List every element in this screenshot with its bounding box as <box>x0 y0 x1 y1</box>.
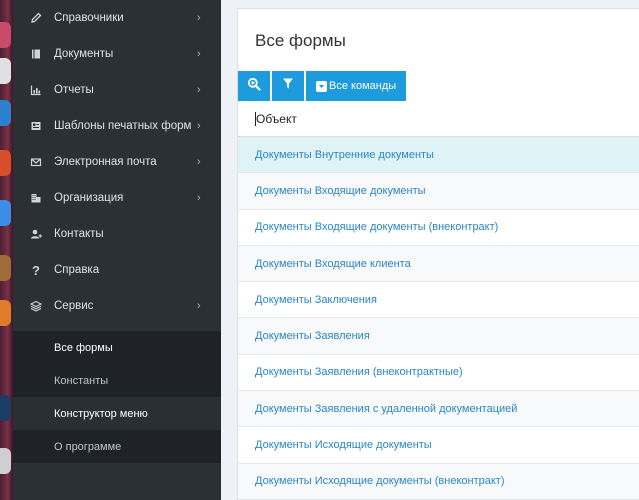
forms-list: Документы Внутренние документы Документы… <box>238 137 639 500</box>
list-item[interactable]: Документы Исходящие документы (внеконтра… <box>238 463 639 500</box>
chevron-right-icon: › <box>197 156 201 168</box>
book-icon <box>29 47 43 61</box>
sidebar-item-service[interactable]: Сервис › <box>13 288 221 324</box>
sidebar-item-dokumenty[interactable]: Документы › <box>13 36 221 72</box>
launcher-app-icon[interactable] <box>0 300 11 326</box>
chevron-down-icon <box>316 80 327 92</box>
page-title: Все формы <box>255 31 346 50</box>
sidebar-item-label: Документы <box>54 48 114 60</box>
sidebar-item-spravochniki[interactable]: Справочники › <box>13 0 221 36</box>
main-panel: Все формы Все команды Объект Документы В… <box>237 8 639 500</box>
chevron-right-icon: › <box>197 300 201 312</box>
launcher-app-icon[interactable] <box>0 200 11 226</box>
sidebar-item-label: Справка <box>54 264 100 276</box>
contacts-icon <box>29 227 43 241</box>
submenu-item-all-forms[interactable]: Все формы <box>13 331 221 364</box>
chevron-right-icon: › <box>197 84 201 96</box>
launcher-app-icon[interactable] <box>0 100 11 126</box>
launcher-app-icon[interactable] <box>0 255 11 281</box>
help-icon: ? <box>32 262 40 278</box>
list-item[interactable]: Документы Заключения <box>238 282 639 319</box>
sidebar-item-label: Электронная почта <box>54 156 157 168</box>
all-commands-button[interactable]: Все команды <box>306 71 409 101</box>
filter-icon <box>282 77 294 95</box>
layers-icon <box>29 299 43 313</box>
list-item[interactable]: Документы Входящие клиента <box>238 245 639 283</box>
sidebar-item-label: Контакты <box>54 228 104 240</box>
service-submenu: Все формы Константы Конструктор меню О п… <box>13 331 221 463</box>
launcher-app-icon[interactable] <box>0 150 11 176</box>
launcher-app-icon[interactable] <box>0 22 11 48</box>
envelope-icon <box>29 155 43 169</box>
list-item[interactable]: Документы Заявления (внеконтрактные) <box>238 354 639 392</box>
sidebar-item-label: Отчеты <box>54 84 94 96</box>
submenu-item-menu-constructor[interactable]: Конструктор меню <box>13 397 221 430</box>
launcher-app-icon[interactable] <box>0 448 11 474</box>
all-commands-label: Все команды <box>329 80 397 92</box>
launcher-app-icon[interactable] <box>0 395 11 421</box>
sidebar-item-email[interactable]: Электронная почта › <box>13 144 221 180</box>
toolbar: Все команды <box>238 71 409 101</box>
column-header-label: Объект <box>256 112 297 126</box>
list-item[interactable]: Документы Внутренние документы <box>238 137 639 174</box>
sidebar-item-contacts[interactable]: Контакты <box>13 216 221 252</box>
sidebar-item-label: Справочники <box>54 12 124 24</box>
filter-button[interactable] <box>272 71 306 101</box>
sidebar-item-label: Шаблоны печатных форм <box>54 120 192 132</box>
chart-icon <box>29 83 43 97</box>
os-launcher <box>0 0 13 500</box>
sidebar-item-label: Организация <box>54 192 124 204</box>
sidebar-item-print-templates[interactable]: Шаблоны печатных форм › <box>13 108 221 144</box>
launcher-app-icon[interactable] <box>0 58 11 84</box>
submenu-item-about[interactable]: О программе <box>13 430 221 463</box>
building-icon <box>29 191 43 205</box>
list-item[interactable]: Документы Входящие документы (внеконтрак… <box>238 209 639 246</box>
chevron-right-icon: › <box>197 192 201 204</box>
chevron-right-icon: › <box>197 12 201 24</box>
sidebar-footer <box>13 463 221 500</box>
list-item[interactable]: Документы Заявления <box>238 318 639 355</box>
list-item[interactable]: Документы Заявления с удаленной документ… <box>238 391 639 428</box>
pencil-icon <box>29 11 43 25</box>
sidebar-item-otchety[interactable]: Отчеты › <box>13 72 221 108</box>
zoom-icon <box>247 77 261 96</box>
sidebar-item-help[interactable]: ? Справка <box>13 252 221 288</box>
chevron-right-icon: › <box>197 120 201 132</box>
sidebar-item-organization[interactable]: Организация › <box>13 180 221 216</box>
search-button[interactable] <box>238 71 272 101</box>
list-item[interactable]: Документы Исходящие документы <box>238 427 639 464</box>
column-header-object[interactable]: Объект <box>238 102 639 137</box>
sidebar-item-label: Сервис <box>54 300 94 312</box>
submenu-item-constants[interactable]: Константы <box>13 364 221 397</box>
list-item[interactable]: Документы Входящие документы <box>238 173 639 210</box>
sidebar: Справочники › Документы › Отчеты › Шабло… <box>13 0 221 500</box>
print-template-icon <box>29 119 43 133</box>
chevron-right-icon: › <box>197 48 201 60</box>
